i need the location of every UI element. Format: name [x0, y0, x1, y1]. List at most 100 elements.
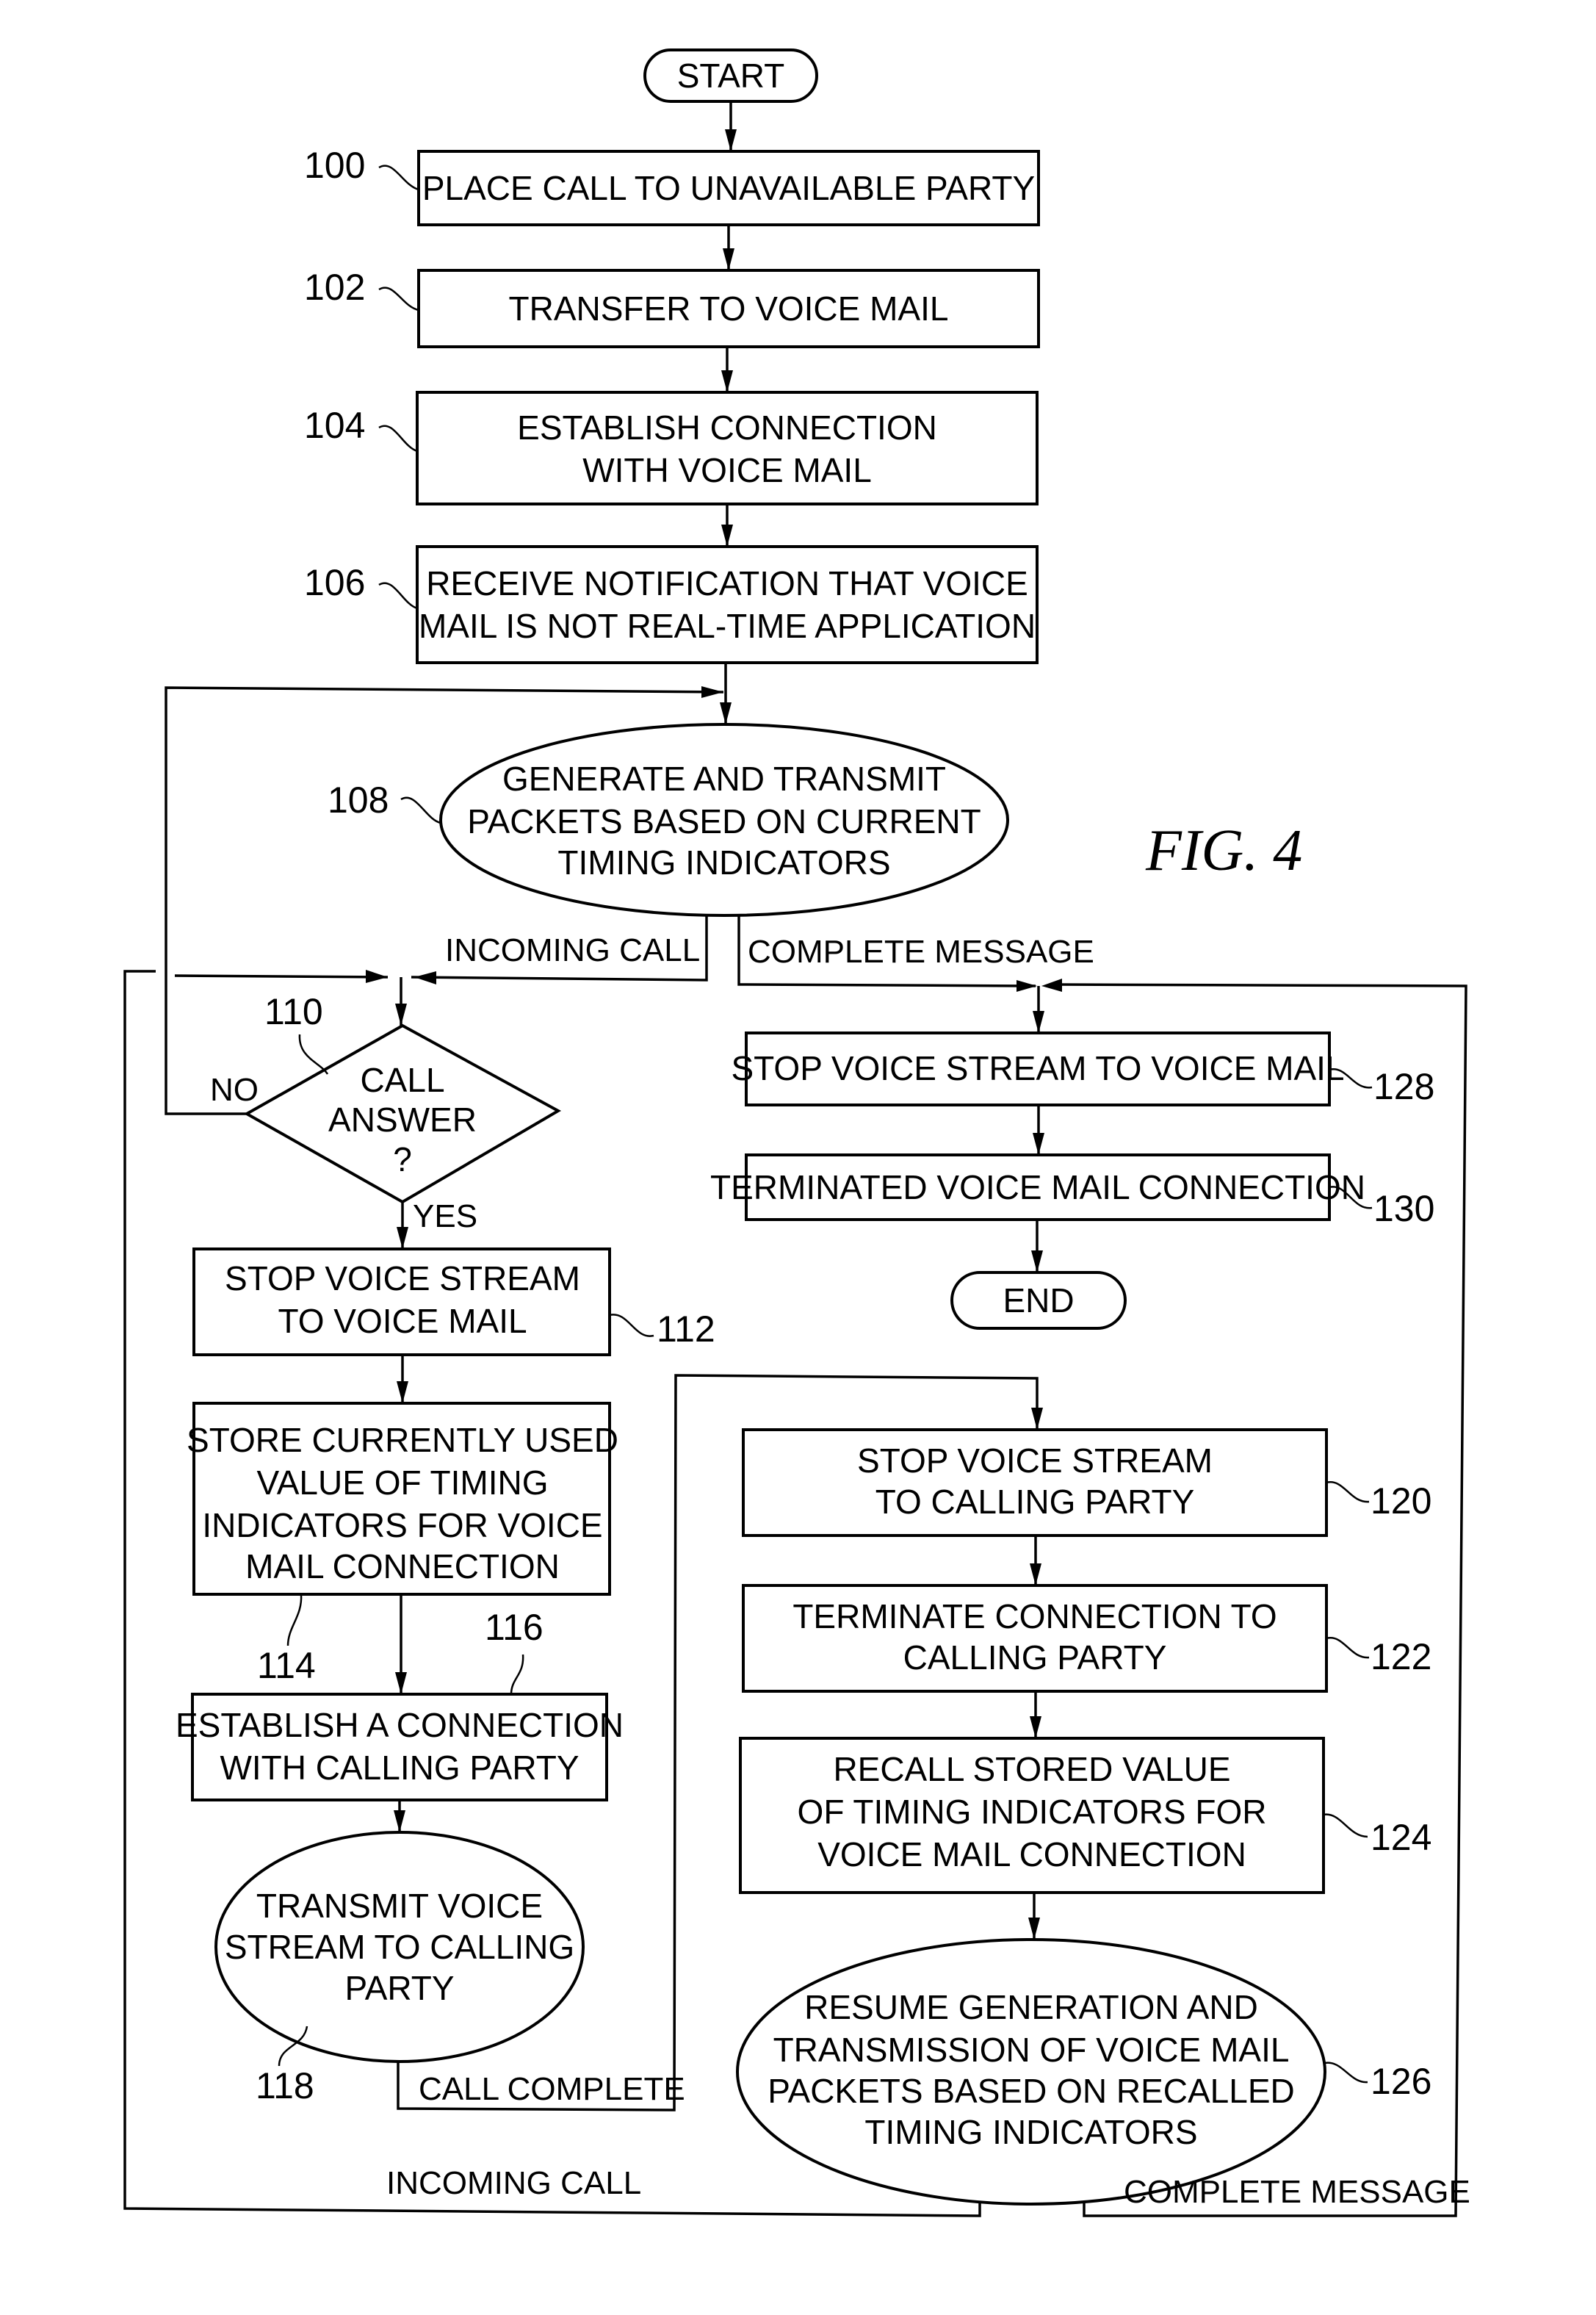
- step-126-text-3: PACKETS BASED ON RECALLED: [768, 2072, 1294, 2110]
- arrowhead-merge-left-a: [366, 970, 388, 983]
- step-118: TRANSMIT VOICE STREAM TO CALLING PARTY: [214, 1831, 585, 2063]
- ref-124: 124: [1371, 1817, 1431, 1858]
- arrowhead-118: [394, 1810, 405, 1832]
- step-106: RECEIVE NOTIFICATION THAT VOICE MAIL IS …: [416, 545, 1039, 664]
- arrowhead-loop-no: [701, 686, 723, 698]
- step-116-text-2: WITH CALLING PARTY: [220, 1749, 579, 1787]
- ref-122: 122: [1371, 1636, 1431, 1677]
- step-112-text-1: STOP VOICE STREAM: [225, 1259, 580, 1297]
- step-106-text-2: MAIL IS NOT REAL-TIME APPLICATION: [419, 607, 1036, 645]
- step-124-text-3: VOICE MAIL CONNECTION: [817, 1835, 1246, 1873]
- leader-126: [1324, 2062, 1368, 2084]
- step-108-text-2: PACKETS BASED ON CURRENT: [467, 802, 981, 840]
- step-114-text-4: MAIL CONNECTION: [245, 1547, 560, 1585]
- arrowhead-114: [397, 1381, 408, 1403]
- step-112: STOP VOICE STREAM TO VOICE MAIL: [192, 1247, 611, 1356]
- step-104-text-2: WITH VOICE MAIL: [582, 451, 872, 489]
- step-116-text-1: ESTABLISH A CONNECTION: [176, 1706, 624, 1744]
- step-120-text-1: STOP VOICE STREAM: [857, 1441, 1213, 1480]
- figure-title: FIG. 4: [1145, 818, 1302, 883]
- step-102-text: TRANSFER TO VOICE MAIL: [509, 289, 949, 328]
- step-128-text: STOP VOICE STREAM TO VOICE MAIL: [731, 1049, 1344, 1087]
- step-114: STORE CURRENTLY USED VALUE OF TIMING IND…: [187, 1402, 618, 1596]
- leader-112: [609, 1314, 654, 1337]
- step-126-text-1: RESUME GENERATION AND: [804, 1988, 1258, 2026]
- step-120-text-2: TO CALLING PARTY: [875, 1483, 1195, 1521]
- arrowhead-merge-left-b: [414, 971, 436, 984]
- leader-106: [378, 582, 418, 610]
- label-incoming-call-bottom: INCOMING CALL: [386, 2165, 641, 2201]
- step-106-text-1: RECEIVE NOTIFICATION THAT VOICE: [426, 564, 1028, 602]
- arrowhead-110: [395, 1004, 407, 1026]
- step-118-text-2: STREAM TO CALLING: [225, 1928, 574, 1966]
- step-104: ESTABLISH CONNECTION WITH VOICE MAIL: [416, 391, 1039, 505]
- step-100: PLACE CALL TO UNAVAILABLE PARTY: [417, 150, 1040, 226]
- arrowhead-116: [395, 1672, 407, 1694]
- step-130: TERMINATED VOICE MAIL CONNECTION: [710, 1153, 1365, 1221]
- step-128: STOP VOICE STREAM TO VOICE MAIL: [731, 1032, 1345, 1106]
- step-114-text-3: INDICATORS FOR VOICE: [202, 1506, 602, 1544]
- terminal-end: END: [950, 1271, 1127, 1330]
- label-incoming-call-top: INCOMING CALL: [445, 932, 700, 968]
- step-122-text-1: TERMINATE CONNECTION TO: [792, 1597, 1277, 1635]
- leader-116: [510, 1654, 524, 1695]
- ref-100: 100: [304, 145, 365, 186]
- step-124-text-2: OF TIMING INDICATORS FOR: [798, 1793, 1267, 1831]
- ref-130: 130: [1373, 1188, 1434, 1229]
- ref-102: 102: [304, 267, 365, 308]
- leader-108: [400, 796, 441, 824]
- decision-110-text-1: CALL: [360, 1061, 444, 1099]
- ref-108: 108: [328, 780, 389, 821]
- leader-114: [286, 1594, 303, 1646]
- arrowhead-104: [721, 370, 733, 392]
- decision-110-text-3: ?: [393, 1140, 412, 1178]
- arrowhead-126: [1028, 1918, 1040, 1940]
- label-no: NO: [210, 1072, 259, 1108]
- ref-120: 120: [1371, 1480, 1431, 1522]
- arrowhead-102: [723, 248, 734, 270]
- edge-incoming-loop-b: [174, 974, 389, 979]
- ref-106: 106: [304, 562, 365, 603]
- step-102: TRANSFER TO VOICE MAIL: [417, 269, 1040, 348]
- leader-122: [1326, 1637, 1370, 1659]
- step-104-text-1: ESTABLISH CONNECTION: [517, 408, 937, 447]
- label-complete-message-top: COMPLETE MESSAGE: [748, 934, 1094, 970]
- step-114-text-2: VALUE OF TIMING: [256, 1463, 548, 1502]
- ref-110: 110: [264, 991, 323, 1032]
- step-108: GENERATE AND TRANSMIT PACKETS BASED ON C…: [439, 723, 1009, 917]
- arrowhead-end: [1031, 1250, 1043, 1272]
- arrowhead-120: [1031, 1408, 1043, 1430]
- step-122-text-2: CALLING PARTY: [903, 1638, 1167, 1677]
- step-126-text-4: TIMING INDICATORS: [864, 2113, 1197, 2151]
- label-yes: YES: [413, 1198, 477, 1234]
- step-124: RECALL STORED VALUE OF TIMING INDICATORS…: [739, 1737, 1325, 1894]
- step-122: TERMINATE CONNECTION TO CALLING PARTY: [742, 1584, 1328, 1693]
- leader-102: [378, 287, 419, 312]
- end-label: END: [1003, 1281, 1074, 1319]
- step-118-text-1: TRANSMIT VOICE: [256, 1887, 543, 1925]
- leader-120: [1326, 1481, 1370, 1503]
- step-118-text-3: PARTY: [344, 1969, 454, 2007]
- step-130-text: TERMINATED VOICE MAIL CONNECTION: [710, 1168, 1365, 1206]
- arrowhead-106: [721, 525, 733, 547]
- step-114-text-1: STORE CURRENTLY USED: [187, 1421, 618, 1459]
- step-126-text-2: TRANSMISSION OF VOICE MAIL: [773, 2031, 1290, 2069]
- arrowhead-merge-right-a: [1017, 980, 1037, 992]
- start-label: START: [677, 57, 785, 95]
- label-complete-message-bottom: COMPLETE MESSAGE: [1124, 2174, 1470, 2210]
- arrowhead-100: [725, 129, 737, 151]
- arrowhead-108: [720, 702, 732, 724]
- ref-118: 118: [256, 2065, 314, 2106]
- flowchart: START PLACE CALL TO UNAVAILABLE PARTY TR…: [123, 48, 1470, 2217]
- leader-100: [378, 165, 419, 191]
- step-108-text-3: TIMING INDICATORS: [557, 843, 890, 882]
- step-116: ESTABLISH A CONNECTION WITH CALLING PART…: [176, 1693, 624, 1801]
- step-108-text-1: GENERATE AND TRANSMIT: [502, 760, 946, 798]
- step-124-text-1: RECALL STORED VALUE: [833, 1750, 1230, 1788]
- step-120: STOP VOICE STREAM TO CALLING PARTY: [742, 1428, 1328, 1537]
- leader-104: [378, 425, 418, 453]
- arrowhead-122: [1030, 1563, 1041, 1585]
- step-112-text-2: TO VOICE MAIL: [278, 1302, 527, 1340]
- ref-112: 112: [657, 1308, 715, 1350]
- ref-116: 116: [485, 1607, 544, 1648]
